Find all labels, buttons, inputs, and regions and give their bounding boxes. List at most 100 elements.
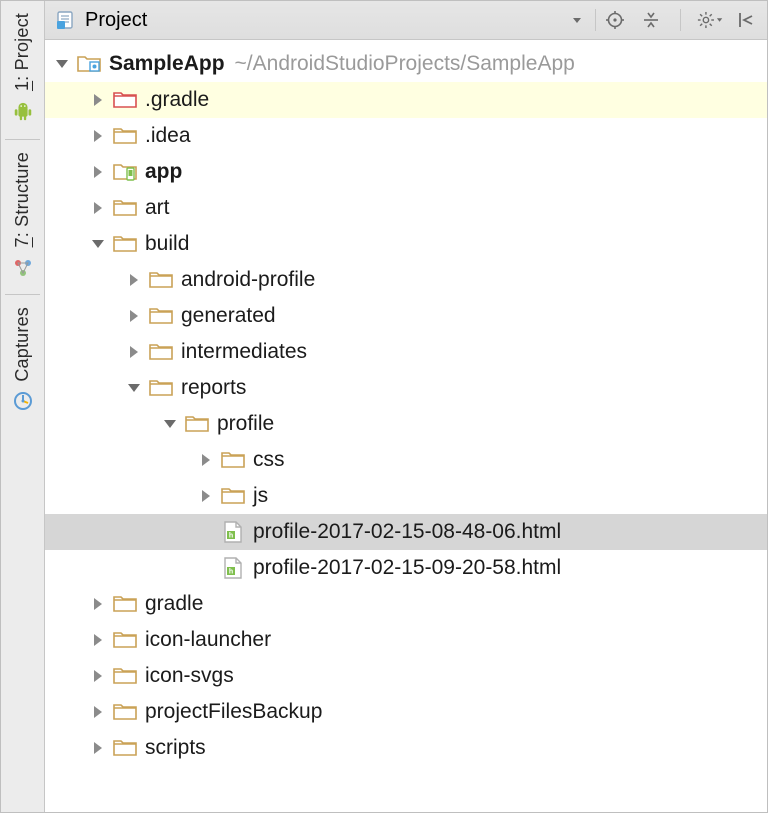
tree-label: SampleApp <box>109 52 225 76</box>
tree-label: profile-2017-02-15-08-48-06.html <box>253 520 561 544</box>
tree-node-root[interactable]: SampleApp ~/AndroidStudioProjects/Sample… <box>45 46 767 82</box>
disclosure-open-icon[interactable] <box>89 235 107 253</box>
scroll-from-source-button[interactable] <box>602 7 628 33</box>
hide-button[interactable] <box>733 7 759 33</box>
folder-icon <box>113 666 137 686</box>
ide-panel: 1: Project 7: Structure <box>0 0 768 813</box>
folder-icon <box>113 234 137 254</box>
rail-tab-project[interactable]: 1: Project <box>12 9 34 123</box>
folder-icon <box>149 342 173 362</box>
tree-label: icon-launcher <box>145 628 271 652</box>
tree-node[interactable]: js <box>45 478 767 514</box>
tree-node-file[interactable]: profile-2017-02-15-09-20-58.html <box>45 550 767 586</box>
module-icon <box>77 54 101 74</box>
tree-node[interactable]: android-profile <box>45 262 767 298</box>
tree-node[interactable]: icon-svgs <box>45 658 767 694</box>
tree-label: build <box>145 232 189 256</box>
tree-node-file[interactable]: profile-2017-02-15-08-48-06.html <box>45 514 767 550</box>
disclosure-open-icon[interactable] <box>125 379 143 397</box>
tree-label: generated <box>181 304 276 328</box>
tree-node[interactable]: gradle <box>45 586 767 622</box>
html-file-icon <box>221 522 245 542</box>
rail-tab-structure[interactable]: 7: Structure <box>12 148 33 277</box>
disclosure-closed-icon[interactable] <box>197 451 215 469</box>
disclosure-closed-icon[interactable] <box>89 127 107 145</box>
tree-label: js <box>253 484 268 508</box>
tree-label: scripts <box>145 736 206 760</box>
header-separator <box>680 9 681 31</box>
tree-label: app <box>145 160 182 184</box>
tree-node[interactable]: intermediates <box>45 334 767 370</box>
disclosure-closed-icon[interactable] <box>125 343 143 361</box>
tree-node[interactable]: scripts <box>45 730 767 766</box>
captures-icon <box>13 391 33 411</box>
tree-node[interactable]: .idea <box>45 118 767 154</box>
folder-icon <box>149 270 173 290</box>
tree-label: profile <box>217 412 274 436</box>
disclosure-closed-icon[interactable] <box>125 307 143 325</box>
folder-icon <box>221 450 245 470</box>
folder-icon <box>185 414 209 434</box>
tree-node[interactable]: art <box>45 190 767 226</box>
folder-icon <box>113 702 137 722</box>
tree-label: .idea <box>145 124 191 148</box>
settings-button[interactable] <box>697 7 723 33</box>
disclosure-open-icon[interactable] <box>161 415 179 433</box>
tree-label: css <box>253 448 285 472</box>
disclosure-closed-icon[interactable] <box>125 271 143 289</box>
tree-node[interactable]: projectFilesBackup <box>45 694 767 730</box>
tree-label: gradle <box>145 592 203 616</box>
tree-label: projectFilesBackup <box>145 700 322 724</box>
tree-label: android-profile <box>181 268 315 292</box>
tree-node[interactable]: reports <box>45 370 767 406</box>
tree-node[interactable]: generated <box>45 298 767 334</box>
tree-label: icon-svgs <box>145 664 234 688</box>
disclosure-closed-icon[interactable] <box>89 703 107 721</box>
folder-icon <box>149 306 173 326</box>
tool-window-header: Project <box>45 1 767 40</box>
tree-path: ~/AndroidStudioProjects/SampleApp <box>235 52 575 76</box>
disclosure-closed-icon[interactable] <box>89 199 107 217</box>
project-view-icon <box>55 9 77 31</box>
folder-icon <box>149 378 173 398</box>
tool-window-title: Project <box>85 9 147 32</box>
structure-icon <box>13 258 33 278</box>
disclosure-closed-icon[interactable] <box>89 91 107 109</box>
folder-icon <box>113 630 137 650</box>
tree-label: intermediates <box>181 340 307 364</box>
tree-node[interactable]: profile <box>45 406 767 442</box>
tree-label: reports <box>181 376 246 400</box>
tool-window-rail: 1: Project 7: Structure <box>1 1 45 812</box>
header-separator <box>595 9 596 31</box>
tree-node[interactable]: .gradle <box>45 82 767 118</box>
folder-icon <box>113 198 137 218</box>
tree-label: art <box>145 196 170 220</box>
tree-node[interactable]: build <box>45 226 767 262</box>
disclosure-closed-icon[interactable] <box>197 487 215 505</box>
html-file-icon <box>221 558 245 578</box>
project-view-dropdown[interactable] <box>571 14 583 26</box>
disclosure-closed-icon[interactable] <box>89 739 107 757</box>
disclosure-closed-icon[interactable] <box>89 595 107 613</box>
android-module-icon <box>113 162 137 182</box>
rail-tab-captures[interactable]: Captures <box>12 303 33 412</box>
tree-node[interactable]: icon-launcher <box>45 622 767 658</box>
folder-icon <box>113 594 137 614</box>
android-icon <box>12 101 34 123</box>
rail-divider <box>5 294 39 295</box>
project-tree[interactable]: SampleApp ~/AndroidStudioProjects/Sample… <box>45 40 767 812</box>
tree-node[interactable]: css <box>45 442 767 478</box>
tree-label: .gradle <box>145 88 209 112</box>
folder-icon <box>113 126 137 146</box>
folder-icon <box>113 90 137 110</box>
collapse-all-button[interactable] <box>638 7 664 33</box>
disclosure-closed-icon[interactable] <box>89 163 107 181</box>
disclosure-closed-icon[interactable] <box>89 631 107 649</box>
folder-icon <box>221 486 245 506</box>
rail-divider <box>5 139 39 140</box>
tree-node-module[interactable]: app <box>45 154 767 190</box>
folder-icon <box>113 738 137 758</box>
project-tool-window: Project <box>45 1 767 812</box>
disclosure-closed-icon[interactable] <box>89 667 107 685</box>
disclosure-open-icon[interactable] <box>53 55 71 73</box>
